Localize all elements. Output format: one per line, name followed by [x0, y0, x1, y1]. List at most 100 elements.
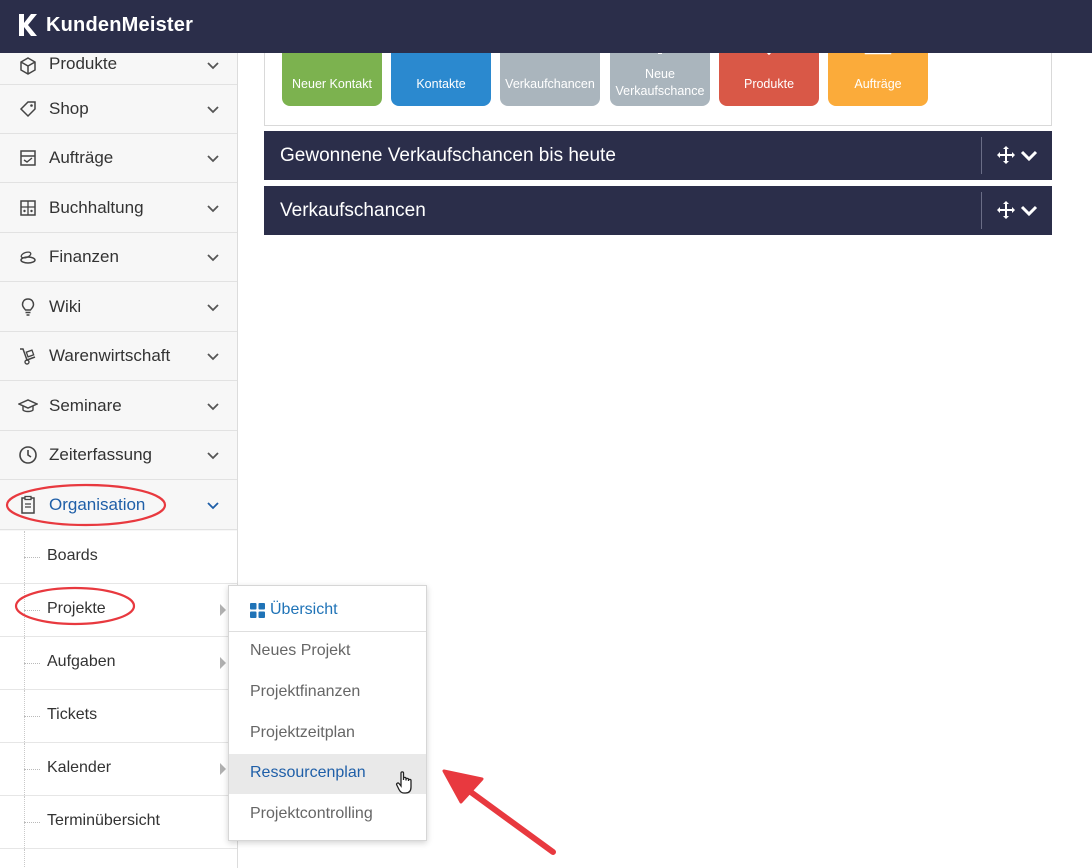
handtruck-icon [20, 348, 36, 365]
sidebar-item-buchhaltung[interactable]: Buchhaltung [0, 184, 237, 233]
tile-neue-verkaufschance[interactable]: Neue Verkaufschance [610, 53, 710, 106]
sidebar-subitem-kalender[interactable]: Kalender [0, 743, 237, 796]
chevron-down-icon[interactable] [205, 299, 221, 315]
sidebar-item-label: Aufträge [49, 148, 114, 167]
chevron-down-icon[interactable] [205, 150, 221, 166]
flyout-item-ressourcenplan[interactable]: Ressourcenplan [229, 754, 426, 794]
sidebar-item-zeiterfassung[interactable]: Zeiterfassung [0, 431, 237, 480]
sidebar-subitem-tickets[interactable]: Tickets [0, 690, 237, 743]
tree-connector [24, 663, 40, 664]
tile-label: Neue Verkaufschance [615, 66, 705, 98]
sidebar-item-label: Shop [49, 99, 89, 118]
chevron-down-icon[interactable] [1020, 147, 1038, 165]
divider [981, 192, 982, 229]
flyout-item-label: Ressourcenplan [250, 764, 366, 781]
kundenmeister-logo-icon [19, 14, 37, 36]
caret-right-icon [220, 763, 226, 775]
sidebar-subitem-label: Aufgaben [47, 653, 116, 670]
sidebar-subitem-terminuebersicht[interactable]: Terminübersicht [0, 796, 237, 849]
tile-auftraege[interactable]: Aufträge [828, 53, 928, 106]
brand[interactable]: KundenMeister [16, 12, 193, 38]
sidebar-subitem-label: Boards [47, 547, 98, 564]
flyout-item-label: Projektfinanzen [250, 683, 361, 700]
sidebar-item-label: Zeiterfassung [49, 445, 152, 464]
tree-connector [24, 822, 40, 823]
sidebar-item-wiki[interactable]: Wiki [0, 283, 237, 332]
chevron-down-icon[interactable] [205, 249, 221, 265]
sidebar-subitem-boards[interactable]: Boards [0, 531, 237, 584]
top-bar: KundenMeister [0, 0, 1092, 53]
flyout-item-neues-projekt[interactable]: Neues Projekt [229, 632, 426, 672]
sidebar-item-shop[interactable]: Shop [0, 85, 237, 134]
divider [981, 137, 982, 174]
tile-label: Produkte [743, 77, 795, 92]
orders-icon [864, 53, 892, 55]
sidebar-item-finanzen[interactable]: Finanzen [0, 233, 237, 282]
annotation-arrowhead [442, 769, 484, 804]
tile-label: Verkaufchancen [505, 77, 595, 92]
tile-verkaufchancen[interactable]: Verkaufchancen [500, 53, 600, 106]
box-icon [20, 57, 36, 75]
sidebar-subitem-label: Tickets [47, 706, 98, 723]
widget-title: Verkaufschancen [280, 200, 426, 221]
sidebar-item-label: Organisation [49, 495, 146, 514]
chevron-down-icon[interactable] [205, 348, 221, 364]
lightbulb-icon [21, 298, 35, 316]
sidebar-subitem-projekte[interactable]: Projekte [0, 584, 237, 637]
move-icon[interactable] [996, 200, 1016, 220]
contacts-icon [421, 53, 461, 59]
tile-neuer-kontakt[interactable]: Neuer Kontakt [282, 53, 382, 106]
flyout-item-label: Projektcontrolling [250, 805, 373, 822]
chevron-down-icon[interactable] [205, 447, 221, 463]
chevron-down-icon[interactable] [205, 398, 221, 414]
chevron-down-icon[interactable] [205, 200, 221, 216]
chevron-down-icon[interactable] [205, 497, 221, 513]
tile-kontakte[interactable]: Kontakte [391, 53, 491, 106]
tree-connector [24, 769, 40, 770]
chevron-down-icon[interactable] [1020, 202, 1038, 220]
opportunities-icon [530, 53, 570, 59]
caret-right-icon [220, 604, 226, 616]
sidebar: Produkte Shop Aufträge Buchhaltung Finan… [0, 53, 238, 868]
flyout-item-label: Projektzeitplan [250, 724, 355, 741]
sidebar-subitem-aufgaben[interactable]: Aufgaben [0, 637, 237, 690]
sidebar-item-label: Warenwirtschaft [49, 346, 171, 365]
chevron-down-icon[interactable] [205, 101, 221, 117]
clock-icon [19, 446, 37, 464]
sidebar-item-label: Produkte [49, 54, 118, 73]
sidebar-item-seminare[interactable]: Seminare [0, 382, 237, 431]
sidebar-item-label: Buchhaltung [49, 198, 144, 217]
coins-icon [20, 251, 36, 264]
calculator-icon [20, 200, 36, 216]
flyout-item-projektcontrolling[interactable]: Projektcontrolling [229, 795, 426, 835]
tile-produkte[interactable]: Produkte [719, 53, 819, 106]
sidebar-item-auftraege[interactable]: Aufträge [0, 134, 237, 183]
tile-label: Kontakte [416, 77, 466, 92]
chevron-down-icon[interactable] [205, 57, 221, 73]
flyout-item-projektfinanzen[interactable]: Projektfinanzen [229, 673, 426, 713]
tree-connector [24, 610, 40, 611]
sidebar-subitem-partial[interactable] [0, 849, 237, 868]
hand-pointer-cursor-icon [395, 771, 412, 794]
tile-label: Neuer Kontakt [292, 77, 372, 92]
clipboard-icon [21, 495, 35, 514]
product-tag-icon [766, 53, 772, 56]
flyout-item-projektzeitplan[interactable]: Projektzeitplan [229, 714, 426, 754]
sidebar-item-organisation[interactable]: Organisation [0, 481, 237, 530]
sidebar-item-label: Wiki [49, 297, 82, 316]
projekte-flyout-menu: Übersicht Neues Projekt Projektfinanzen … [228, 585, 427, 841]
sidebar-subitem-label: Projekte [47, 600, 106, 617]
tile-label: Aufträge [854, 77, 902, 92]
sidebar-item-warenwirtschaft[interactable]: Warenwirtschaft [0, 332, 237, 381]
sidebar-item-label: Seminare [49, 396, 122, 415]
move-icon[interactable] [996, 145, 1016, 165]
widget-verkaufschancen: Verkaufschancen [264, 186, 1052, 235]
sidebar-item-label: Finanzen [49, 247, 119, 266]
flyout-item-uebersicht[interactable]: Übersicht [229, 586, 426, 632]
app-name: KundenMeister [46, 13, 194, 36]
sidebar-item-produkte[interactable]: Produkte [0, 53, 237, 85]
widget-title: Gewonnene Verkaufschancen bis heute [280, 145, 616, 166]
tree-connector [24, 716, 40, 717]
add-contact-icon [312, 53, 352, 59]
caret-right-icon [220, 657, 226, 669]
